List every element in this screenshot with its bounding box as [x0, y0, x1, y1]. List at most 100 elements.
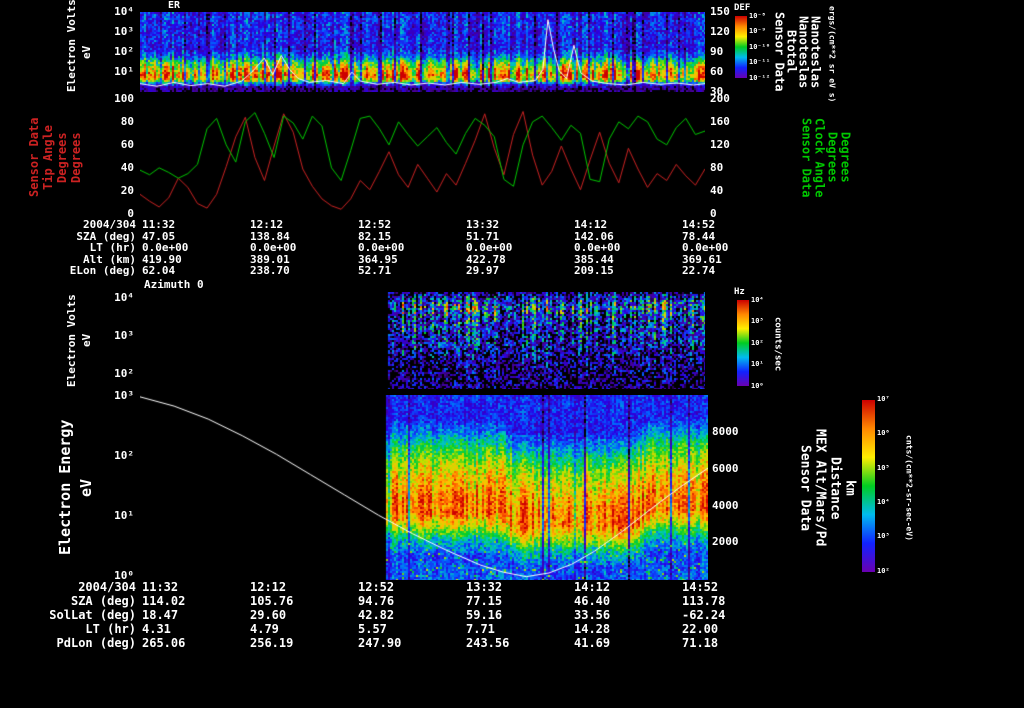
ephemeris-bottom-r2c0: 18.47: [142, 608, 179, 622]
ephemeris-bottom-r2c5: -62.24: [682, 608, 726, 622]
ephemeris-bottom-label-3: LT (hr): [85, 622, 136, 636]
ephemeris-top-r2c4: 0.0e+00: [574, 241, 621, 254]
p1-yaxis-tick-2: 10²: [114, 45, 134, 58]
p4-y2axis-tick-1: 6000: [712, 462, 739, 475]
ephemeris-top-r0c0: 11:32: [142, 218, 176, 231]
ephemeris-bottom-r0c2: 12:52: [358, 580, 395, 594]
ephemeris-top-r4c3: 29.97: [466, 264, 500, 277]
p2-y2axis-tick-1: 160: [710, 115, 730, 128]
ephemeris-top-r2c2: 0.0e+00: [358, 241, 405, 254]
ephemeris-top-r0c1: 12:12: [250, 218, 284, 231]
def-colorbar-tick-2: 10⁻¹⁰: [749, 43, 771, 51]
ephemeris-top-label-2: LT (hr): [89, 241, 136, 254]
ephemeris-top-label-0: 2004/304: [83, 218, 136, 231]
p4-ylabel-1: eV: [77, 478, 95, 497]
ephemeris-bottom-r3c3: 7.71: [466, 622, 495, 636]
ephemeris-bottom-r4c2: 247.90: [358, 636, 402, 650]
p2-right-label-2: Degrees: [825, 132, 840, 183]
p2-right-label-0: Sensor Data: [799, 117, 814, 198]
p2-y2axis-tick-2: 120: [710, 138, 730, 151]
p1-yaxis-tick-1: 10³: [114, 25, 134, 38]
p2-left-label-1: Tip Angle: [41, 124, 55, 191]
p4-y2axis-tick-3: 2000: [712, 535, 739, 548]
p2-right-label-3: Degrees: [838, 132, 853, 183]
p2-yaxis-tick-4: 20: [120, 184, 134, 197]
hz-colorbar-unit-0: counts/sec: [772, 316, 783, 372]
p4-y2label-2: Distance: [827, 456, 843, 520]
ephemeris-bottom-r1c2: 94.76: [358, 594, 395, 608]
p2-left-label-0: Sensor Data: [27, 117, 41, 198]
p3-yaxis-tick-1: 10³: [114, 329, 134, 342]
p3-ylabel-1: eV: [80, 333, 93, 348]
ephemeris-bottom-r1c0: 114.02: [142, 594, 186, 608]
def-colorbar-title: DEF: [734, 3, 751, 13]
ephemeris-bottom-r2c2: 42.82: [358, 608, 395, 622]
ephemeris-top-r0c2: 12:52: [358, 218, 392, 231]
p1-y2label-0: Sensor Data: [772, 12, 787, 92]
ephemeris-top-r4c5: 22.74: [682, 264, 716, 277]
p4-yaxis-tick-1: 10²: [114, 449, 134, 462]
er-plot-title: ER: [168, 0, 181, 11]
p1-y2axis-tick-1: 120: [710, 25, 730, 38]
ephemeris-bottom-r3c0: 4.31: [142, 622, 171, 636]
p1-y2axis-tick-2: 90: [710, 45, 724, 58]
ephemeris-bottom-r0c4: 14:12: [574, 580, 611, 594]
ephemeris-top-r4c1: 238.70: [250, 264, 290, 277]
p4-y2label-0: Sensor Data: [797, 444, 813, 532]
p2-y2axis-tick-5: 0: [710, 207, 717, 220]
p1-y2axis-tick-3: 60: [710, 65, 724, 78]
flux-colorbar-tick-5: 10²: [877, 567, 890, 575]
flux-colorbar-tick-3: 10⁴: [877, 498, 890, 506]
p1-yaxis-tick-0: 10⁴: [114, 5, 134, 18]
p3-yaxis-tick-2: 10²: [114, 367, 134, 380]
ephemeris-bottom-label-2: SolLat (deg): [49, 608, 136, 622]
ephemeris-bottom-r3c4: 14.28: [574, 622, 611, 636]
ephemeris-bottom-r2c4: 33.56: [574, 608, 611, 622]
ephemeris-top-r4c2: 52.71: [358, 264, 392, 277]
ephemeris-bottom-r3c5: 22.00: [682, 622, 719, 636]
ephemeris-bottom-r4c4: 41.69: [574, 636, 611, 650]
ephemeris-bottom-r1c4: 46.40: [574, 594, 611, 608]
ephemeris-bottom-r1c1: 105.76: [250, 594, 294, 608]
ephemeris-bottom-r2c1: 29.60: [250, 608, 287, 622]
ephemeris-top-r2c3: 0.0e+00: [466, 241, 513, 254]
ephemeris-bottom-r0c3: 13:32: [466, 580, 503, 594]
flux-colorbar-tick-1: 10⁶: [877, 429, 890, 437]
ephemeris-bottom-r4c5: 71.18: [682, 636, 719, 650]
def-colorbar-tick-4: 10⁻¹²: [749, 74, 771, 82]
p1-y2label-3: Nanoteslas: [808, 15, 823, 89]
electron-energy-spectrogram-canvas: [140, 395, 708, 580]
angle-lines-canvas: [140, 100, 705, 215]
ephemeris-bottom-r4c3: 243.56: [466, 636, 510, 650]
ephemeris-bottom-r4c0: 265.06: [142, 636, 186, 650]
p2-yaxis-tick-1: 80: [120, 115, 134, 128]
ephemeris-top-r0c3: 13:32: [466, 218, 500, 231]
def-colorbar-tick-0: 10⁻⁸: [749, 12, 766, 20]
p2-left-label-2: Degrees: [55, 132, 69, 183]
p3-yaxis-tick-0: 10⁴: [114, 291, 134, 304]
def-colorbar-tick-3: 10⁻¹¹: [749, 58, 771, 66]
p2-y2axis-tick-0: 200: [710, 92, 730, 105]
ephemeris-bottom-r1c5: 113.78: [682, 594, 726, 608]
ephemeris-top-r0c5: 14:52: [682, 218, 716, 231]
p4-y2label-1: MEX Alt/Mars/Pd: [812, 429, 828, 547]
p1-yaxis-tick-3: 10¹: [114, 65, 134, 78]
p1-y2label-2: Nanoteslas: [796, 15, 811, 89]
p2-left-label-3: Degrees: [69, 132, 83, 183]
p4-y2axis-tick-2: 4000: [712, 499, 739, 512]
p1-ylabel-0: Electron Volts: [65, 0, 78, 92]
p2-y2axis-tick-3: 80: [710, 161, 724, 174]
p2-yaxis-tick-0: 100: [114, 92, 134, 105]
flux-colorbar-tick-2: 10⁵: [877, 464, 890, 472]
flux-colorbar-tick-0: 10⁷: [877, 395, 890, 403]
p2-right-label-1: Clock Angle: [812, 117, 827, 198]
p2-yaxis-tick-3: 40: [120, 161, 134, 174]
p4-ylabel-0: Electron Energy: [56, 419, 74, 556]
p3-ylabel-0: Electron Volts: [65, 294, 78, 387]
hz-colorbar-gradient: [737, 300, 749, 386]
flux-colorbar-unit-0: cnts/(cm**2-sr-sec-eV): [904, 435, 914, 541]
ephemeris-top-label-4: ELon (deg): [69, 264, 136, 277]
ephemeris-top-r2c5: 0.0e+00: [682, 241, 729, 254]
ephemeris-top-r2c1: 0.0e+00: [250, 241, 297, 254]
azimuth-spectrogram-canvas: [140, 292, 705, 389]
